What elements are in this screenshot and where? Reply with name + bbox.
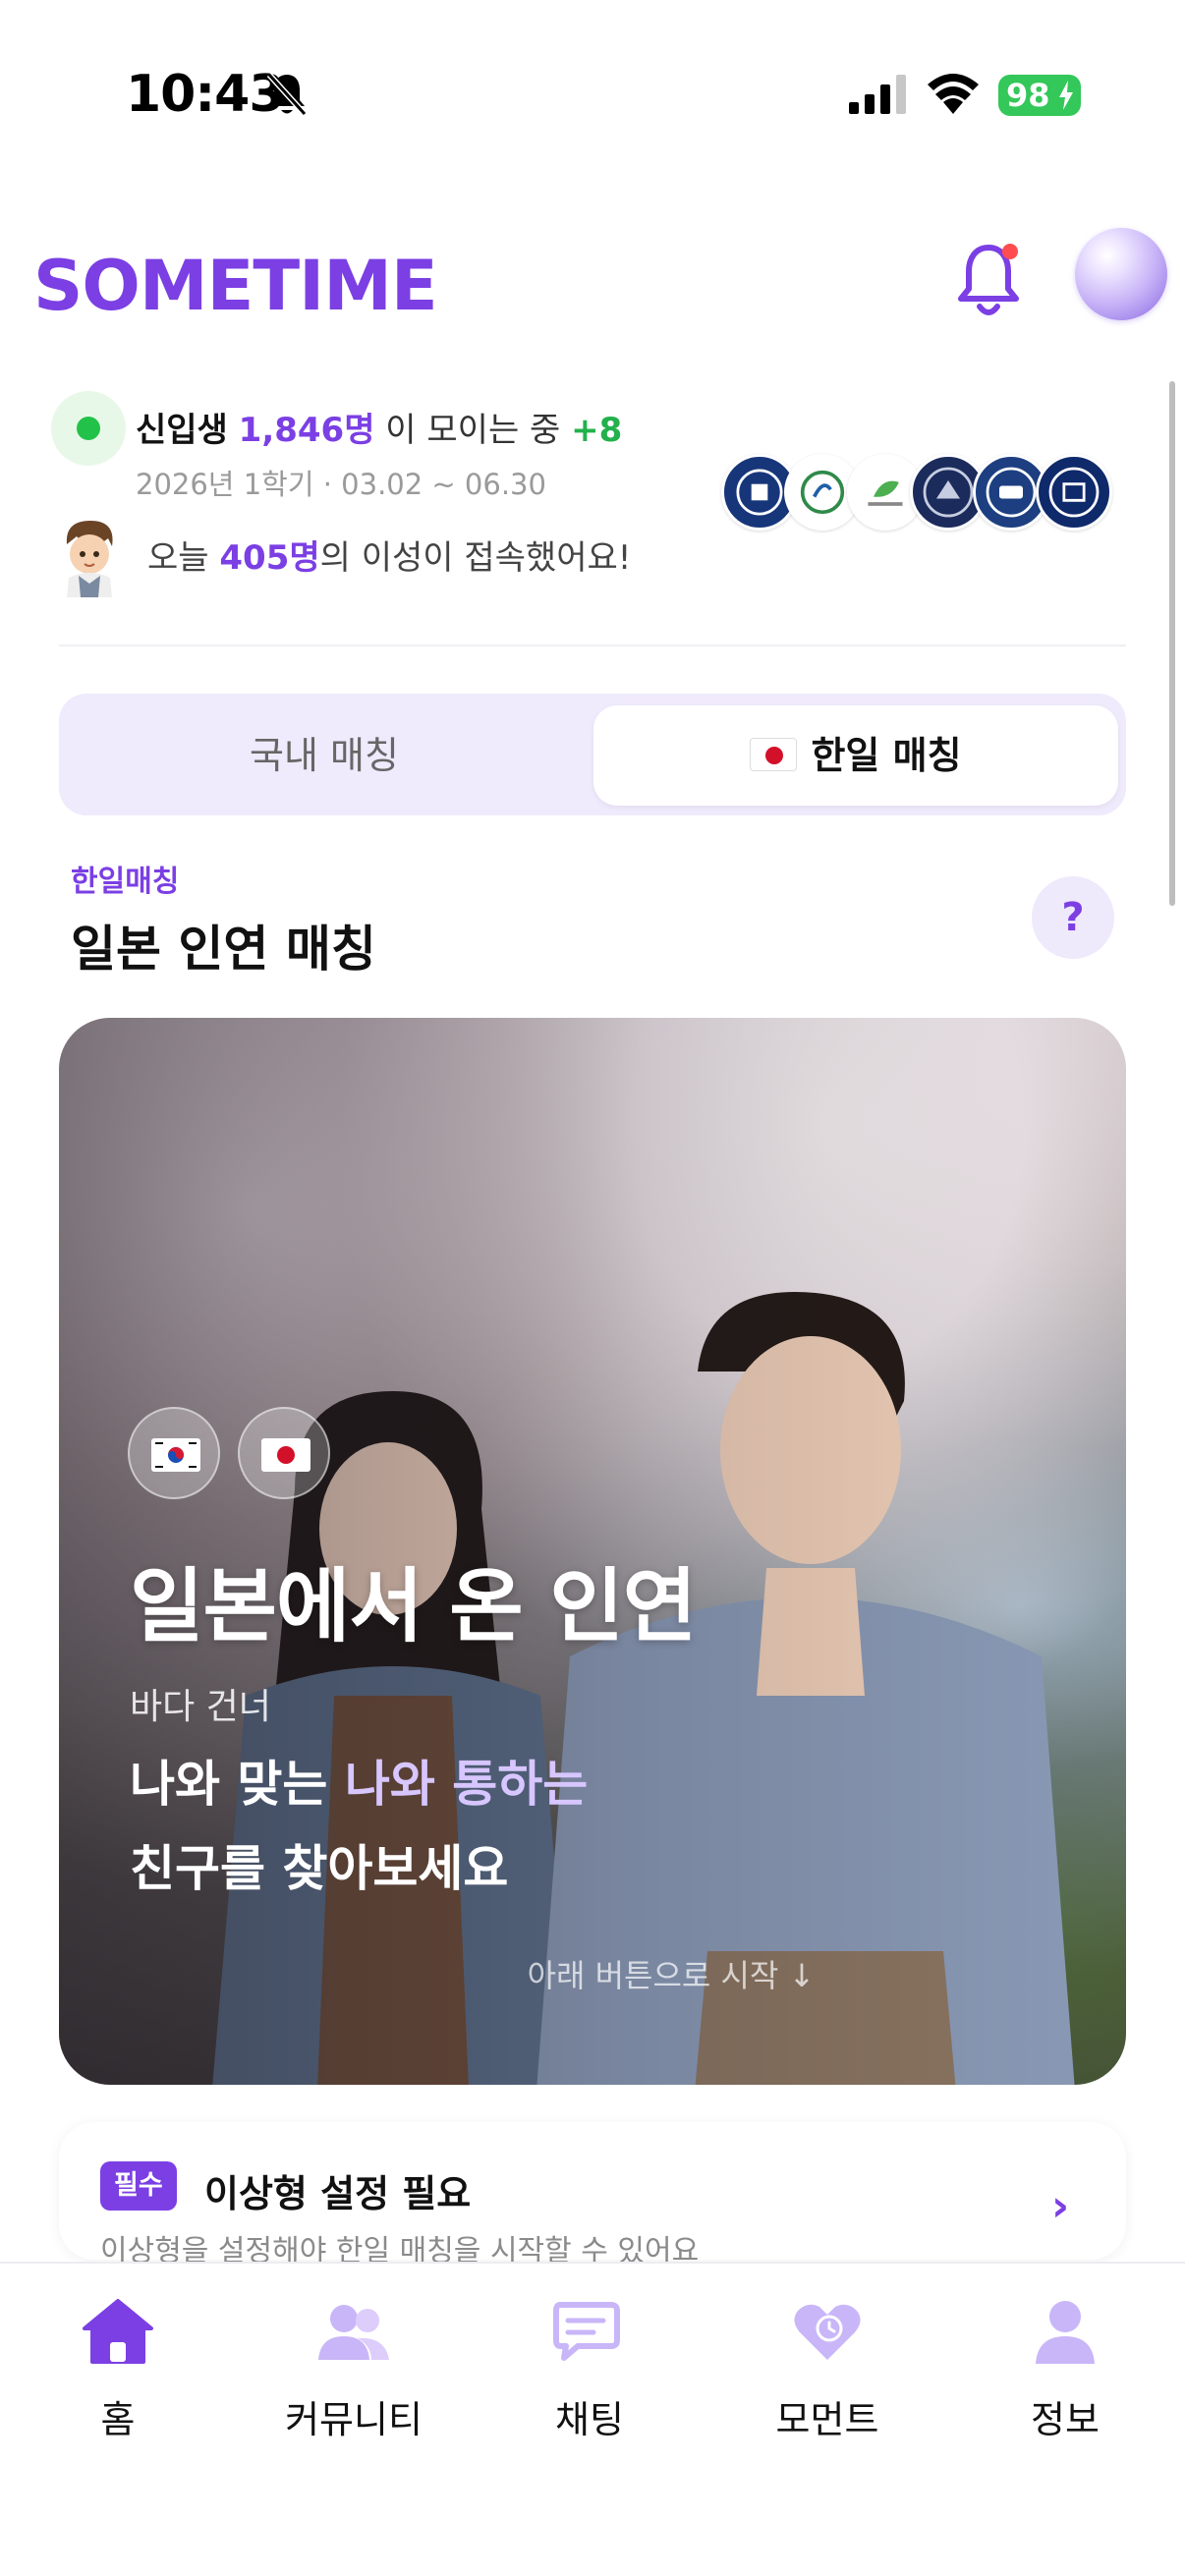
- nav-item-community[interactable]: 커뮤니티: [255, 2297, 452, 2454]
- freshmen-delta: +8: [571, 411, 623, 450]
- nav-item-chat[interactable]: 채팅: [491, 2297, 688, 2454]
- live-indicator: [51, 391, 126, 466]
- nav-label-moment: 모먼트: [775, 2398, 879, 2441]
- korea-flag-icon: [128, 1407, 220, 1499]
- bell-off-icon: [266, 72, 308, 117]
- signal-icon: [849, 75, 906, 114]
- section-title: 일본 인연 매칭: [71, 921, 376, 978]
- wifi-icon: [928, 74, 979, 114]
- freshmen-stat: 신입생 1,846명 이 모이는 중 +8: [136, 403, 622, 451]
- chat-icon: [553, 2302, 620, 2361]
- community-icon: [318, 2305, 389, 2360]
- today-count: 405명: [219, 538, 320, 578]
- notification-dot: [1002, 244, 1018, 259]
- chevron-right-icon: ›: [1051, 2181, 1070, 2231]
- japan-flag-circle-icon: [238, 1407, 330, 1499]
- profile-icon: [1036, 2301, 1095, 2364]
- japan-flag-emblem: [277, 1446, 295, 1464]
- japan-flag-icon: [750, 737, 798, 771]
- status-time: 10:43: [126, 65, 285, 124]
- university-logos: [721, 454, 1124, 532]
- hero-line-2: 친구를 찾아보세요: [130, 1840, 509, 1897]
- university-logo-6-icon: [1036, 454, 1112, 531]
- gathering-text: 이 모이는 중: [385, 411, 561, 450]
- battery-indicator: 98: [998, 75, 1081, 116]
- boy-avatar-icon: [66, 521, 113, 597]
- nav-label-info: 정보: [1031, 2398, 1100, 2441]
- hero-line-1: 나와 맞는 나와 통하는: [130, 1745, 588, 1816]
- freshmen-count: 1,846명: [238, 411, 375, 450]
- battery-level: 98: [1006, 77, 1050, 114]
- nav-item-home[interactable]: 홈: [20, 2297, 216, 2454]
- charging-bolt-icon: [1059, 81, 1073, 110]
- nav-item-moment[interactable]: 모먼트: [729, 2297, 926, 2454]
- scrollbar-thumb[interactable]: [1169, 381, 1175, 906]
- tab-korea-japan-label: 한일 매칭: [811, 734, 962, 777]
- home-icon: [83, 2299, 153, 2364]
- nav-item-info[interactable]: 정보: [967, 2297, 1163, 2454]
- live-dot: [77, 417, 100, 440]
- today-prefix: 오늘: [147, 538, 209, 578]
- tab-korea-japan-matching[interactable]: 한일 매칭: [593, 705, 1118, 806]
- hero-banner[interactable]: 일본에서 온 인연 바다 건너 나와 맞는 나와 통하는 친구를 찾아보세요 아…: [59, 1018, 1126, 2085]
- hero-line-1a: 나와 맞는: [130, 1756, 328, 1813]
- required-badge: 필수: [100, 2161, 177, 2211]
- hero-line-1b: 나와 통하는: [344, 1756, 589, 1813]
- hero-start-hint: 아래 버튼으로 시작 ↓: [527, 1957, 816, 1994]
- hero-subtitle-small: 바다 건너: [130, 1687, 271, 1727]
- requirement-title: 이상형 설정 필요: [204, 2172, 472, 2215]
- nav-label-chat: 채팅: [555, 2398, 624, 2441]
- tab-domestic-matching[interactable]: 국내 매칭: [59, 705, 590, 806]
- help-button[interactable]: ?: [1032, 876, 1114, 959]
- nav-label-community: 커뮤니티: [285, 2398, 423, 2441]
- nav-label-home: 홈: [100, 2398, 136, 2441]
- status-bar: 10:43 98: [0, 0, 1185, 147]
- moment-heart-icon: [794, 2304, 861, 2360]
- semester-period: 2026년 1학기 · 03.02 ~ 06.30: [136, 468, 546, 501]
- hero-title: 일본에서 온 인연: [130, 1560, 697, 1653]
- today-suffix: 의 이성이 접속했어요!: [319, 538, 632, 578]
- freshmen-label: 신입생: [136, 411, 228, 450]
- section-eyebrow: 한일매칭: [71, 865, 180, 899]
- matching-mode-toggle: 국내 매칭 한일 매칭: [59, 694, 1126, 815]
- ideal-type-required-card[interactable]: 필수 이상형 설정 필요 이상형을 설정해야 한일 매칭을 시작할 수 있어요 …: [59, 2122, 1126, 2268]
- profile-avatar-button[interactable]: [1075, 228, 1167, 320]
- app-logo: SOMETIME: [33, 246, 438, 326]
- section-divider: [59, 644, 1126, 646]
- korea-flag-emblem: [155, 1442, 197, 1468]
- bottom-nav: 홈 커뮤니티 채팅 모먼트 정보: [0, 2262, 1185, 2576]
- today-visitors: 오늘 405명의 이성이 접속했어요!: [147, 531, 631, 579]
